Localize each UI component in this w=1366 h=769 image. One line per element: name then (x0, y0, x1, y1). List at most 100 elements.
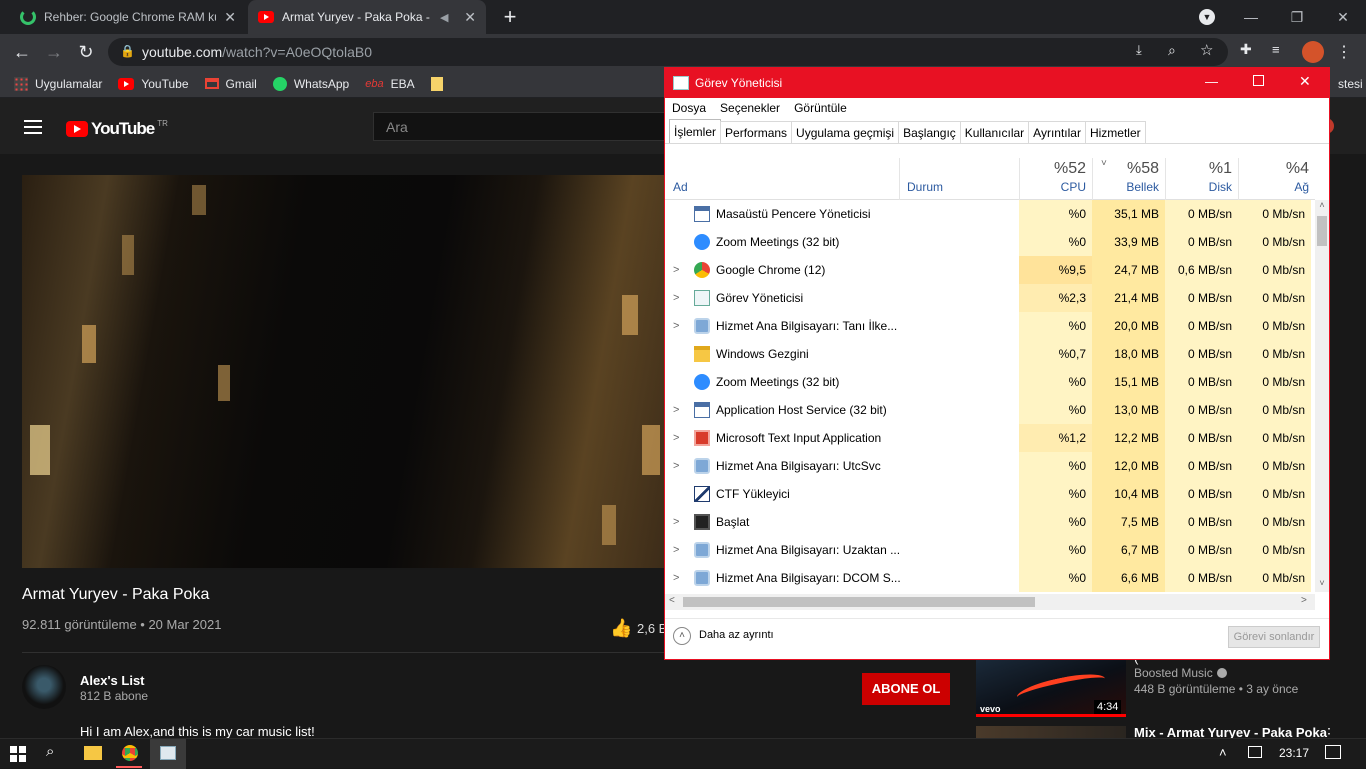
bookmark-star-icon[interactable]: ☆ (1200, 41, 1216, 59)
col-status[interactable]: Durum (899, 158, 1019, 200)
bookmark-whatsapp[interactable]: WhatsApp (272, 76, 349, 91)
media-control-icon[interactable]: ≡ (1272, 42, 1288, 60)
process-row[interactable]: > Application Host Service (32 bit) %0 13,0… (665, 396, 1315, 424)
process-row[interactable]: > Hizmet Ana Bilgisayarı: DCOM S... %0 6,6 … (665, 564, 1315, 592)
bookmarks-overflow[interactable]: stesi (1338, 77, 1363, 91)
process-row[interactable]: Masaüstü Pencere Yöneticisi %0 35,1 MB 0 MB… (665, 200, 1315, 228)
hamburger-menu-icon[interactable] (24, 120, 42, 134)
channel-avatar[interactable] (22, 665, 66, 709)
bookmark-folder[interactable] (430, 76, 443, 91)
install-icon[interactable]: ⤓ (1136, 42, 1152, 60)
scroll-down-icon[interactable]: ˅ (1315, 578, 1329, 588)
horizontal-scrollbar[interactable]: < > (665, 594, 1315, 610)
tm-maximize-button[interactable] (1253, 75, 1264, 86)
process-row[interactable]: > Hizmet Ana Bilgisayarı: Uzaktan ... %0 6,… (665, 536, 1315, 564)
process-row[interactable]: > Başlat %0 7,5 MB 0 MB/sn 0 Mb/sn (665, 508, 1315, 536)
process-row[interactable]: > Microsoft Text Input Application %1,2 12,… (665, 424, 1315, 452)
search-icon[interactable]: ⌕ (46, 743, 54, 760)
tab-rehber[interactable]: Rehber: Google Chrome RAM kul ✕ (10, 0, 246, 34)
process-row[interactable]: Zoom Meetings (32 bit) %0 15,1 MB 0 MB/sn 0 … (665, 368, 1315, 396)
bookmark-apps[interactable]: Uygulamalar (14, 76, 102, 91)
address-bar[interactable]: 🔒 youtube.com/watch?v=A0eOQtolaB0 (108, 38, 1228, 66)
bookmark-youtube[interactable]: YouTube (118, 77, 189, 91)
side-video-thumbnail[interactable]: vevo 4:34 (976, 658, 1126, 716)
col-name[interactable]: Ad (673, 180, 688, 194)
scroll-thumb[interactable] (1317, 216, 1327, 246)
process-network: 0 Mb/sn (1238, 508, 1311, 536)
close-icon[interactable]: ✕ (224, 9, 236, 26)
process-row[interactable]: > Hizmet Ana Bilgisayarı: Tanı İlke... %0 2… (665, 312, 1315, 340)
menu-dots-icon[interactable]: ⋮ (1336, 42, 1352, 61)
bookmark-gmail[interactable]: Gmail (204, 77, 257, 91)
tab-details[interactable]: Ayrıntılar (1028, 121, 1086, 143)
vertical-scrollbar[interactable]: ˄ ˅ (1315, 200, 1329, 592)
mute-icon[interactable]: ◀ (440, 11, 448, 24)
clock[interactable]: 23:17 (1279, 746, 1309, 760)
process-row[interactable]: > Hizmet Ana Bilgisayarı: UtcSvc %0 12,0 MB… (665, 452, 1315, 480)
video-player[interactable] (22, 175, 672, 568)
thumbs-up-icon[interactable]: 👍 (610, 618, 632, 639)
process-row[interactable]: CTF Yükleyici %0 10,4 MB 0 MB/sn 0 Mb/sn (665, 480, 1315, 508)
process-row[interactable]: Windows Gezgini %0,7 18,0 MB 0 MB/sn 0 Mb/sn (665, 340, 1315, 368)
back-button[interactable]: ← (6, 34, 38, 70)
restore-button[interactable]: ❐ (1274, 0, 1320, 34)
windows-start-icon[interactable] (10, 746, 26, 762)
tm-close-button[interactable]: ✕ (1299, 73, 1311, 90)
tm-titlebar[interactable]: Görev Yöneticisi — ✕ (665, 68, 1329, 98)
tab-services[interactable]: Hizmetler (1084, 121, 1146, 143)
process-row[interactable]: > Google Chrome (12) %9,5 24,7 MB 0,6 MB/sn 0… (665, 256, 1315, 284)
side-video-channel-row[interactable]: Boosted Music (1134, 666, 1227, 680)
chrome-icon[interactable] (122, 745, 138, 761)
tab-startup[interactable]: Başlangıç (898, 121, 961, 143)
minimize-button[interactable]: — (1228, 0, 1274, 34)
reload-button[interactable]: ↻ (70, 34, 102, 70)
notification-icon[interactable] (1325, 745, 1341, 759)
tab-users[interactable]: Kullanıcılar (959, 121, 1030, 143)
scroll-right-icon[interactable]: > (1301, 595, 1307, 606)
scroll-up-icon[interactable]: ˄ (1315, 200, 1329, 210)
process-row[interactable]: > Görev Yöneticisi %2,3 21,4 MB 0 MB/sn 0 Mb/… (665, 284, 1315, 312)
chevron-up-icon[interactable]: ˄ (673, 627, 691, 645)
tab-app-history[interactable]: Uygulama geçmişi (791, 121, 900, 143)
taskbar-task-manager[interactable] (150, 739, 186, 769)
video-duration: 4:34 (1094, 700, 1122, 714)
menu-view[interactable]: Görüntüle (794, 101, 847, 115)
new-tab-button[interactable]: + (498, 4, 522, 30)
avatar[interactable] (1302, 41, 1324, 63)
youtube-icon (66, 121, 88, 137)
mix-thumbnail[interactable] (976, 726, 1126, 738)
like-count[interactable]: 2,6 B (637, 621, 667, 636)
file-explorer-icon[interactable] (84, 746, 102, 760)
menu-file[interactable]: Dosya (672, 101, 706, 115)
process-cpu: %0 (1019, 228, 1092, 256)
menu-options[interactable]: Seçenekler (720, 101, 780, 115)
zoom-icon[interactable]: ⌕ (1168, 42, 1184, 60)
scroll-left-icon[interactable]: < (669, 595, 675, 606)
channel-name[interactable]: Alex's List (80, 673, 145, 688)
tab-search-icon[interactable]: ▼ (1199, 9, 1215, 25)
tm-minimize-button[interactable]: — (1205, 74, 1218, 89)
close-window-button[interactable]: ✕ (1320, 0, 1366, 34)
col-cpu[interactable]: %52 CPU (1019, 158, 1092, 200)
process-memory: 21,4 MB (1092, 284, 1165, 312)
col-disk[interactable]: %1 Disk (1165, 158, 1238, 200)
bookmark-eba[interactable]: eba EBA (365, 77, 414, 91)
col-memory[interactable]: ˅ %58 Bellek (1092, 158, 1165, 200)
tab-youtube[interactable]: Armat Yuryev - Paka Poka - Y ◀ ✕ (248, 0, 486, 34)
tab-performance[interactable]: Performans (720, 121, 793, 143)
col-network[interactable]: %4 Ağ (1238, 158, 1315, 200)
hscroll-thumb[interactable] (683, 597, 1035, 607)
process-row[interactable]: Zoom Meetings (32 bit) %0 33,9 MB 0 MB/sn 0 … (665, 228, 1315, 256)
subscribe-button[interactable]: ABONE OL (862, 673, 950, 705)
close-icon[interactable]: ✕ (464, 9, 476, 26)
end-task-button[interactable]: Görevi sonlandır (1228, 626, 1320, 648)
network-icon[interactable] (1248, 746, 1262, 758)
process-memory: 33,9 MB (1092, 228, 1165, 256)
forward-button[interactable]: → (38, 34, 70, 70)
search-input[interactable]: Ara (373, 112, 665, 141)
tab-processes[interactable]: İşlemler (669, 119, 722, 143)
extensions-icon[interactable]: ✚ (1240, 41, 1256, 59)
youtube-logo[interactable]: YouTube TR (66, 119, 168, 139)
fewer-details-link[interactable]: Daha az ayrıntı (699, 629, 774, 641)
tray-chevron-icon[interactable]: ˄ (1219, 745, 1227, 760)
